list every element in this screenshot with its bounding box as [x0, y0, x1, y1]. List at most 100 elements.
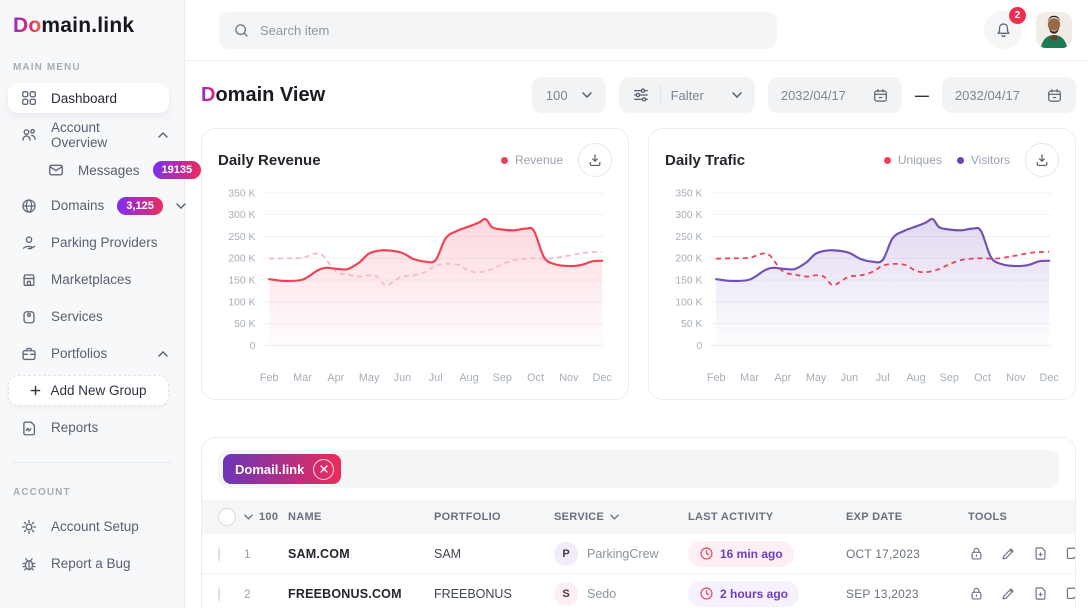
- column-header-service[interactable]: SERVICE: [554, 511, 688, 523]
- svg-text:Oct: Oct: [527, 372, 544, 384]
- legend-label: Visitors: [971, 153, 1010, 167]
- filter-label: Falter: [671, 88, 704, 103]
- date-to-picker[interactable]: 2032/04/17: [942, 77, 1076, 113]
- sidebar-item-account-setup[interactable]: Account Setup: [0, 508, 184, 545]
- main-area: 2 Domain View 100 Falter: [185, 0, 1088, 608]
- filter-dropdown[interactable]: Falter: [619, 77, 755, 113]
- sidebar-item-dashboard[interactable]: Dashboard: [8, 83, 169, 113]
- legend-dot: [501, 157, 508, 164]
- clock-icon: [699, 546, 714, 561]
- service-initial-badge: P: [554, 542, 578, 566]
- column-header-service-label: SERVICE: [554, 511, 604, 523]
- sidebar-item-label: Account Overview: [51, 120, 145, 150]
- sidebar-item-label: Marketplaces: [51, 272, 131, 287]
- parking-provider-icon: [19, 234, 38, 252]
- search-input[interactable]: [260, 23, 763, 38]
- sidebar-item-marketplaces[interactable]: Marketplaces: [0, 261, 184, 298]
- sidebar-item-label: Portfolios: [51, 346, 107, 361]
- edit-button[interactable]: [1000, 585, 1017, 602]
- sidebar-item-reports[interactable]: Reports: [0, 409, 184, 446]
- edit-button[interactable]: [1000, 545, 1017, 562]
- svg-text:Apr: Apr: [327, 372, 344, 384]
- svg-text:150 K: 150 K: [228, 275, 255, 286]
- avatar-image: [1036, 12, 1072, 48]
- sidebar-item-messages[interactable]: Messages 19135: [0, 153, 184, 187]
- chip-label: Domail.link: [235, 462, 304, 477]
- topbar: 2: [185, 0, 1088, 61]
- download-chart-button[interactable]: [578, 143, 612, 177]
- sidebar-item-report-a-bug[interactable]: Report a Bug: [0, 545, 184, 582]
- sidebar-item-parking-providers[interactable]: Parking Providers: [0, 224, 184, 261]
- svg-text:Jul: Jul: [876, 372, 890, 384]
- user-avatar[interactable]: [1036, 12, 1072, 48]
- chevron-down-icon[interactable]: [244, 514, 253, 520]
- dashboard-icon: [19, 89, 38, 107]
- row-checkbox[interactable]: [218, 546, 220, 562]
- sidebar-item-domains[interactable]: Domains 3,125: [0, 187, 184, 224]
- svg-text:Nov: Nov: [559, 372, 579, 384]
- briefcase-icon: [19, 345, 38, 363]
- column-header-last-activity[interactable]: LAST ACTIVITY: [688, 511, 846, 523]
- legend-dot: [957, 157, 964, 164]
- services-icon: [19, 308, 38, 326]
- calendar-icon: [1046, 87, 1063, 104]
- add-new-group-button[interactable]: Add New Group: [8, 375, 169, 406]
- svg-text:250 K: 250 K: [675, 232, 702, 243]
- svg-text:150 K: 150 K: [675, 275, 702, 286]
- sidebar-item-services[interactable]: Services: [0, 298, 184, 335]
- legend-label: Uniques: [898, 153, 942, 167]
- sidebar-item-label: Reports: [51, 420, 98, 435]
- lock-button[interactable]: [968, 585, 985, 602]
- svg-text:Dec: Dec: [1040, 372, 1059, 384]
- remove-chip-button[interactable]: [313, 459, 334, 480]
- sidebar-item-label: Domains: [51, 198, 104, 213]
- table-page-size: 100: [259, 511, 278, 523]
- notification-count-badge: 2: [1009, 7, 1026, 24]
- column-header-exp-date[interactable]: EXP DATE: [846, 511, 968, 523]
- date-from-picker[interactable]: 2032/04/17: [768, 77, 902, 113]
- svg-text:May: May: [806, 372, 827, 384]
- gear-icon: [19, 518, 38, 536]
- sidebar-item-label: Messages: [78, 163, 140, 178]
- users-icon: [19, 126, 38, 144]
- service-initial-badge: S: [554, 582, 578, 606]
- sidebar-item-label: Account Setup: [51, 519, 139, 534]
- table-header-row: 100 NAME PORTFOLIO SERVICE LAST ACTIVITY…: [202, 500, 1075, 534]
- exp-date: SEP 13,2023: [846, 587, 968, 601]
- bug-icon: [19, 555, 38, 573]
- legend-item-visitors: Visitors: [957, 153, 1010, 167]
- calendar-icon: [872, 87, 889, 104]
- search-bar[interactable]: [219, 12, 777, 49]
- page-title-accent: D: [201, 84, 215, 106]
- add-file-button[interactable]: [1032, 545, 1049, 562]
- date-from-value: 2032/04/17: [781, 88, 846, 103]
- storefront-icon: [19, 271, 38, 289]
- add-file-button[interactable]: [1032, 585, 1049, 602]
- lock-button[interactable]: [968, 545, 985, 562]
- chart-title: Daily Trafic: [665, 152, 745, 169]
- row-number: 1: [244, 547, 288, 561]
- download-chart-button[interactable]: [1025, 143, 1059, 177]
- svg-text:300 K: 300 K: [675, 210, 702, 221]
- sidebar-item-account-overview[interactable]: Account Overview: [0, 116, 184, 153]
- column-header-portfolio[interactable]: PORTFOLIO: [434, 511, 554, 523]
- account-section-label: ACCOUNT: [13, 487, 184, 498]
- column-header-name[interactable]: NAME: [288, 511, 434, 523]
- svg-text:0: 0: [250, 341, 256, 352]
- row-checkbox[interactable]: [218, 586, 220, 602]
- legend-dot: [884, 157, 891, 164]
- select-all-checkbox[interactable]: [218, 508, 236, 526]
- svg-text:Sep: Sep: [493, 372, 512, 384]
- export-note-button[interactable]: [1064, 545, 1076, 562]
- domain-name[interactable]: SAM.COM: [288, 547, 434, 561]
- table-row: 1 SAM.COM SAM P ParkingCrew 16 min ago O…: [202, 534, 1075, 574]
- svg-text:Jul: Jul: [429, 372, 443, 384]
- sidebar-item-portfolios[interactable]: Portfolios: [0, 335, 184, 372]
- domain-name[interactable]: FREEBONUS.COM: [288, 587, 434, 601]
- page-size-dropdown[interactable]: 100: [532, 77, 606, 113]
- legend-item-uniques: Uniques: [884, 153, 942, 167]
- svg-text:Jun: Jun: [841, 372, 858, 384]
- logo-accent: Do: [13, 14, 41, 37]
- domain-filter-chip[interactable]: Domail.link: [223, 454, 341, 484]
- export-note-button[interactable]: [1064, 585, 1076, 602]
